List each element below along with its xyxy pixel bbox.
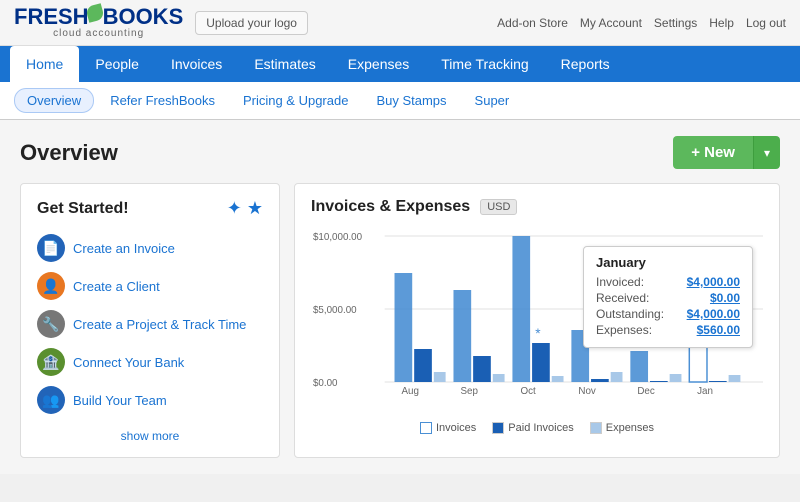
show-more-link[interactable]: show more — [37, 429, 263, 443]
legend-invoices-box — [420, 422, 432, 434]
legend-expenses: Expenses — [590, 422, 654, 434]
project-icon: 🔧 — [37, 310, 65, 338]
logo: FRESH BOOKS cloud accounting — [14, 6, 183, 39]
get-started-card: Get Started! ✦ ★ 📄 Create an Invoice 👤 C… — [20, 183, 280, 458]
stars-icon: ✦ ★ — [227, 198, 263, 219]
tooltip-expenses-label: Expenses: — [596, 323, 652, 337]
team-icon: 👥 — [37, 386, 65, 414]
logo-fresh: FRESH — [14, 6, 89, 28]
nav-item-expenses[interactable]: Expenses — [332, 46, 425, 82]
my-account-link[interactable]: My Account — [580, 16, 642, 30]
tooltip-invoiced: Invoiced: $4,000.00 — [596, 275, 740, 289]
nav-item-people[interactable]: People — [79, 46, 155, 82]
addon-store-link[interactable]: Add-on Store — [497, 16, 568, 30]
create-invoice-link[interactable]: Create an Invoice — [73, 241, 175, 256]
subnav-pricing[interactable]: Pricing & Upgrade — [231, 89, 361, 112]
new-button[interactable]: + New — [673, 136, 753, 169]
content-area: Overview + New ▾ Get Started! ✦ ★ 📄 Crea… — [0, 120, 800, 474]
legend-paid-label: Paid Invoices — [508, 422, 573, 434]
new-dropdown-button[interactable]: ▾ — [753, 136, 780, 169]
svg-text:$5,000.00: $5,000.00 — [313, 305, 357, 316]
get-started-title: Get Started! — [37, 200, 129, 218]
chart-area: $10,000.00 $5,000.00 $0.00 — [311, 226, 763, 416]
list-item: 📄 Create an Invoice — [37, 229, 263, 267]
nav-item-time-tracking[interactable]: Time Tracking — [425, 46, 544, 82]
subnav-super[interactable]: Super — [463, 89, 522, 112]
logo-text: FRESH BOOKS — [14, 6, 183, 28]
chart-title: Invoices & Expenses — [311, 198, 470, 216]
tooltip-invoiced-label: Invoiced: — [596, 275, 644, 289]
overview-header: Overview + New ▾ — [20, 136, 780, 169]
legend-expenses-box — [590, 422, 602, 434]
sub-nav: Overview Refer FreshBooks Pricing & Upgr… — [0, 82, 800, 120]
list-item: 🏦 Connect Your Bank — [37, 343, 263, 381]
build-team-link[interactable]: Build Your Team — [73, 393, 167, 408]
logout-link[interactable]: Log out — [746, 16, 786, 30]
svg-text:$10,000.00: $10,000.00 — [313, 232, 363, 243]
subnav-overview[interactable]: Overview — [14, 88, 94, 113]
nav-item-invoices[interactable]: Invoices — [155, 46, 238, 82]
svg-text:*: * — [535, 325, 541, 341]
main-content: Get Started! ✦ ★ 📄 Create an Invoice 👤 C… — [20, 183, 780, 458]
help-link[interactable]: Help — [709, 16, 734, 30]
tooltip-received-label: Received: — [596, 291, 649, 305]
nav-item-reports[interactable]: Reports — [545, 46, 626, 82]
new-button-group: + New ▾ — [673, 136, 780, 169]
logo-area: FRESH BOOKS cloud accounting Upload your… — [14, 6, 308, 39]
legend-invoices-label: Invoices — [436, 422, 476, 434]
tooltip-outstanding: Outstanding: $4,000.00 — [596, 307, 740, 321]
svg-text:Dec: Dec — [637, 386, 655, 396]
bank-icon: 🏦 — [37, 348, 65, 376]
legend-expenses-label: Expenses — [606, 422, 654, 434]
subnav-stamps[interactable]: Buy Stamps — [364, 89, 458, 112]
connect-bank-link[interactable]: Connect Your Bank — [73, 355, 184, 370]
tooltip-received: Received: $0.00 — [596, 291, 740, 305]
svg-text:Aug: Aug — [402, 386, 419, 396]
tooltip-month: January — [596, 255, 740, 270]
nav-item-estimates[interactable]: Estimates — [238, 46, 331, 82]
tooltip-outstanding-label: Outstanding: — [596, 307, 664, 321]
get-started-header: Get Started! ✦ ★ — [37, 198, 263, 219]
settings-link[interactable]: Settings — [654, 16, 697, 30]
top-nav-links: Add-on Store My Account Settings Help Lo… — [497, 16, 786, 30]
top-bar: FRESH BOOKS cloud accounting Upload your… — [0, 0, 800, 46]
svg-text:Sep: Sep — [460, 386, 478, 396]
svg-text:$0.00: $0.00 — [313, 378, 338, 389]
chart-card: Invoices & Expenses USD $10,000.00 $5,00… — [294, 183, 780, 458]
svg-text:Jan: Jan — [697, 386, 713, 396]
list-item: 👥 Build Your Team — [37, 381, 263, 419]
svg-text:Oct: Oct — [521, 386, 537, 396]
chart-legend: Invoices Paid Invoices Expenses — [311, 422, 763, 434]
chart-header: Invoices & Expenses USD — [311, 198, 763, 216]
list-item: 👤 Create a Client — [37, 267, 263, 305]
invoice-icon: 📄 — [37, 234, 65, 262]
tooltip-received-value: $0.00 — [710, 291, 740, 305]
legend-invoices: Invoices — [420, 422, 476, 434]
legend-paid: Paid Invoices — [492, 422, 573, 434]
tooltip-expenses-value: $560.00 — [697, 323, 740, 337]
currency-badge: USD — [480, 199, 517, 215]
tooltip-expenses: Expenses: $560.00 — [596, 323, 740, 337]
logo-books: BOOKS — [103, 6, 184, 28]
list-item: 🔧 Create a Project & Track Time — [37, 305, 263, 343]
create-project-link[interactable]: Create a Project & Track Time — [73, 317, 246, 332]
page-title: Overview — [20, 140, 118, 166]
main-nav: Home People Invoices Estimates Expenses … — [0, 46, 800, 82]
tooltip-invoiced-value: $4,000.00 — [687, 275, 740, 289]
subnav-refer[interactable]: Refer FreshBooks — [98, 89, 227, 112]
logo-subtitle: cloud accounting — [53, 28, 144, 39]
client-icon: 👤 — [37, 272, 65, 300]
action-list: 📄 Create an Invoice 👤 Create a Client 🔧 … — [37, 229, 263, 419]
svg-text:Nov: Nov — [578, 386, 596, 396]
tooltip-outstanding-value: $4,000.00 — [687, 307, 740, 321]
legend-paid-box — [492, 422, 504, 434]
upload-logo-button[interactable]: Upload your logo — [195, 11, 308, 35]
create-client-link[interactable]: Create a Client — [73, 279, 160, 294]
chart-tooltip: January Invoiced: $4,000.00 Received: $0… — [583, 246, 753, 348]
nav-item-home[interactable]: Home — [10, 46, 79, 82]
